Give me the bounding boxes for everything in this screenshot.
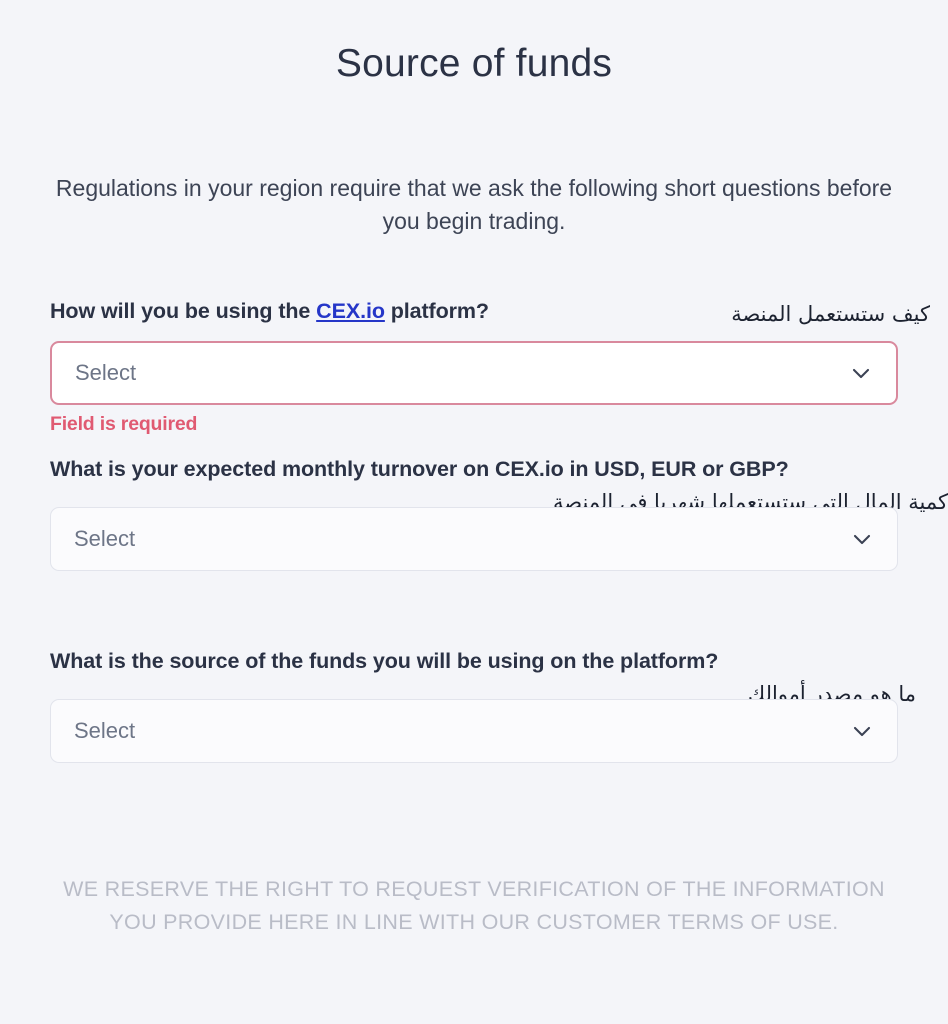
select-monthly-turnover[interactable]: Select [50,507,898,571]
chevron-down-icon [848,360,874,386]
question-block-source-of-funds: What is the source of the funds you will… [50,646,916,763]
error-message-platform-usage: Field is required [50,413,198,435]
question-row: What is your expected monthly turnover o… [50,454,948,514]
page-title: Source of funds [335,42,613,85]
disclaimer-text: WE RESERVE THE RIGHT TO REQUEST VERIFICA… [63,877,885,934]
source-of-funds-page: Source of funds Regulations in your regi… [0,0,948,1024]
question-row: How will you be using the CEX.io platfor… [50,296,930,327]
question-label-monthly-turnover: What is your expected monthly turnover o… [50,457,789,481]
select-platform-usage[interactable]: Select [50,341,898,405]
question-label-text-part2: platform? [384,299,489,323]
annotation-platform-usage: كيف ستستعمل المنصة [731,302,930,326]
question-label-text-part1: How will you be using the [50,299,317,323]
chevron-down-icon [849,526,875,552]
cex-io-link[interactable]: CEX.io [316,299,385,323]
question-row: What is the source of the funds you will… [50,646,916,706]
select-monthly-turnover-value: Select [74,526,136,551]
question-block-platform-usage: How will you be using the CEX.io platfor… [50,296,930,436]
select-platform-usage-value: Select [75,360,137,385]
intro-paragraph: Regulations in your region require that … [55,175,893,234]
select-source-of-funds-value: Select [74,718,136,743]
question-block-monthly-turnover: What is your expected monthly turnover o… [50,454,948,571]
question-label-source-of-funds: What is the source of the funds you will… [50,649,719,673]
chevron-down-icon [849,718,875,744]
select-source-of-funds[interactable]: Select [50,699,898,763]
